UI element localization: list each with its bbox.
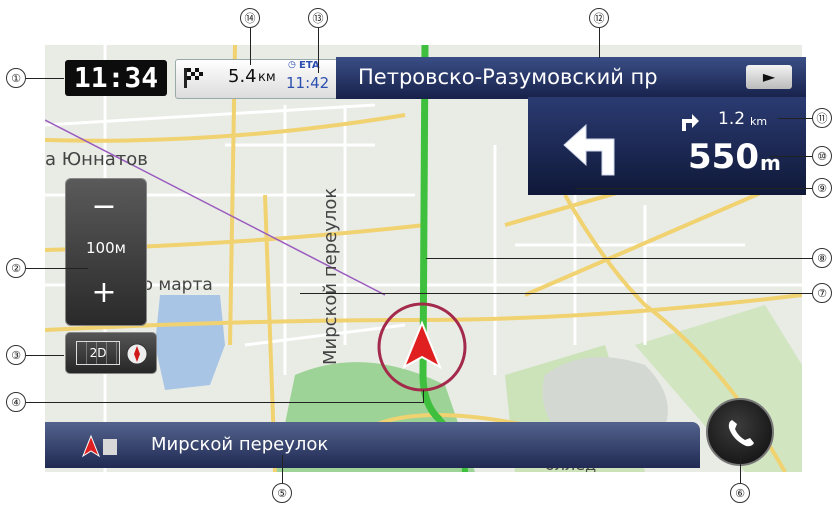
eta-label: ETA [299, 60, 320, 71]
turn-guidance-panel[interactable]: 1.2 km 550 m [528, 97, 806, 195]
clock-icon: ◷ [288, 60, 296, 70]
compass-icon [126, 343, 148, 365]
remaining-distance-unit: км [258, 70, 276, 85]
zoom-out-button[interactable]: − [84, 189, 124, 225]
callout-13: ⑬ [308, 8, 328, 28]
next-turn-distance-unit: km [750, 115, 768, 128]
callout-8: ⑧ [812, 248, 832, 268]
clock: 11:34 [65, 60, 167, 96]
callout-9: ⑨ [812, 178, 832, 198]
zoom-in-button[interactable]: + [84, 275, 124, 311]
remaining-distance: 5.4 [228, 66, 257, 87]
play-arrow-icon: ► [762, 67, 776, 86]
callout-1: ① [6, 68, 26, 88]
view-mode-label: 2D [76, 341, 120, 365]
leader-line [599, 28, 600, 58]
current-street-name: Мирской переулок [151, 434, 329, 455]
turn-distance-unit: m [760, 151, 781, 175]
leader-line [300, 293, 812, 294]
zoom-control: − 100м + [65, 178, 147, 326]
map-scale: 100м [86, 239, 126, 257]
leader-line [250, 28, 251, 65]
leader-line [26, 355, 64, 356]
street-list-button[interactable]: ► [746, 65, 792, 89]
turn-right-small-icon [682, 114, 699, 131]
next-street-bar[interactable]: Петровско-Разумовский пр ► [336, 57, 806, 99]
leader-line [26, 78, 64, 79]
leader-line [770, 156, 812, 157]
turn-distance: 550 [688, 137, 759, 177]
callout-6: ⑥ [730, 483, 750, 503]
leader-line [282, 455, 283, 483]
eta-time: 11:42 [286, 74, 330, 92]
current-street-bar[interactable]: Мирской переулок [45, 422, 700, 468]
leader-line [426, 258, 812, 259]
leader-line [575, 188, 812, 189]
callout-4: ④ [6, 392, 26, 412]
phone-icon [728, 420, 754, 447]
leader-line [318, 28, 319, 73]
callout-5: ⑤ [272, 483, 292, 503]
map-street-label: Мирской переулок [320, 187, 341, 365]
view-mode-button[interactable]: 2D [65, 332, 157, 374]
leader-line [423, 390, 424, 403]
callout-12: ⑫ [589, 8, 609, 28]
map-street-label: а Юннатов [45, 149, 148, 170]
next-turn-distance: 1.2 [718, 109, 746, 129]
callout-11: ⑪ [812, 108, 832, 128]
next-street-name: Петровско-Разумовский пр [358, 65, 658, 89]
trip-info-box[interactable]: 5.4 км ◷ ETA 11:42 [175, 59, 347, 99]
callout-7: ⑦ [812, 283, 832, 303]
vehicle-position-icon [81, 434, 117, 458]
leader-line [778, 118, 812, 119]
leader-line [740, 455, 741, 483]
turn-left-arrow-icon [563, 123, 615, 176]
leader-line [26, 268, 88, 269]
checkered-flag-icon [184, 68, 203, 88]
callout-2: ② [6, 258, 26, 278]
callout-14: ⑭ [240, 8, 260, 28]
leader-line [26, 402, 424, 403]
callout-3: ③ [6, 345, 26, 365]
callout-10: ⑩ [812, 146, 832, 166]
